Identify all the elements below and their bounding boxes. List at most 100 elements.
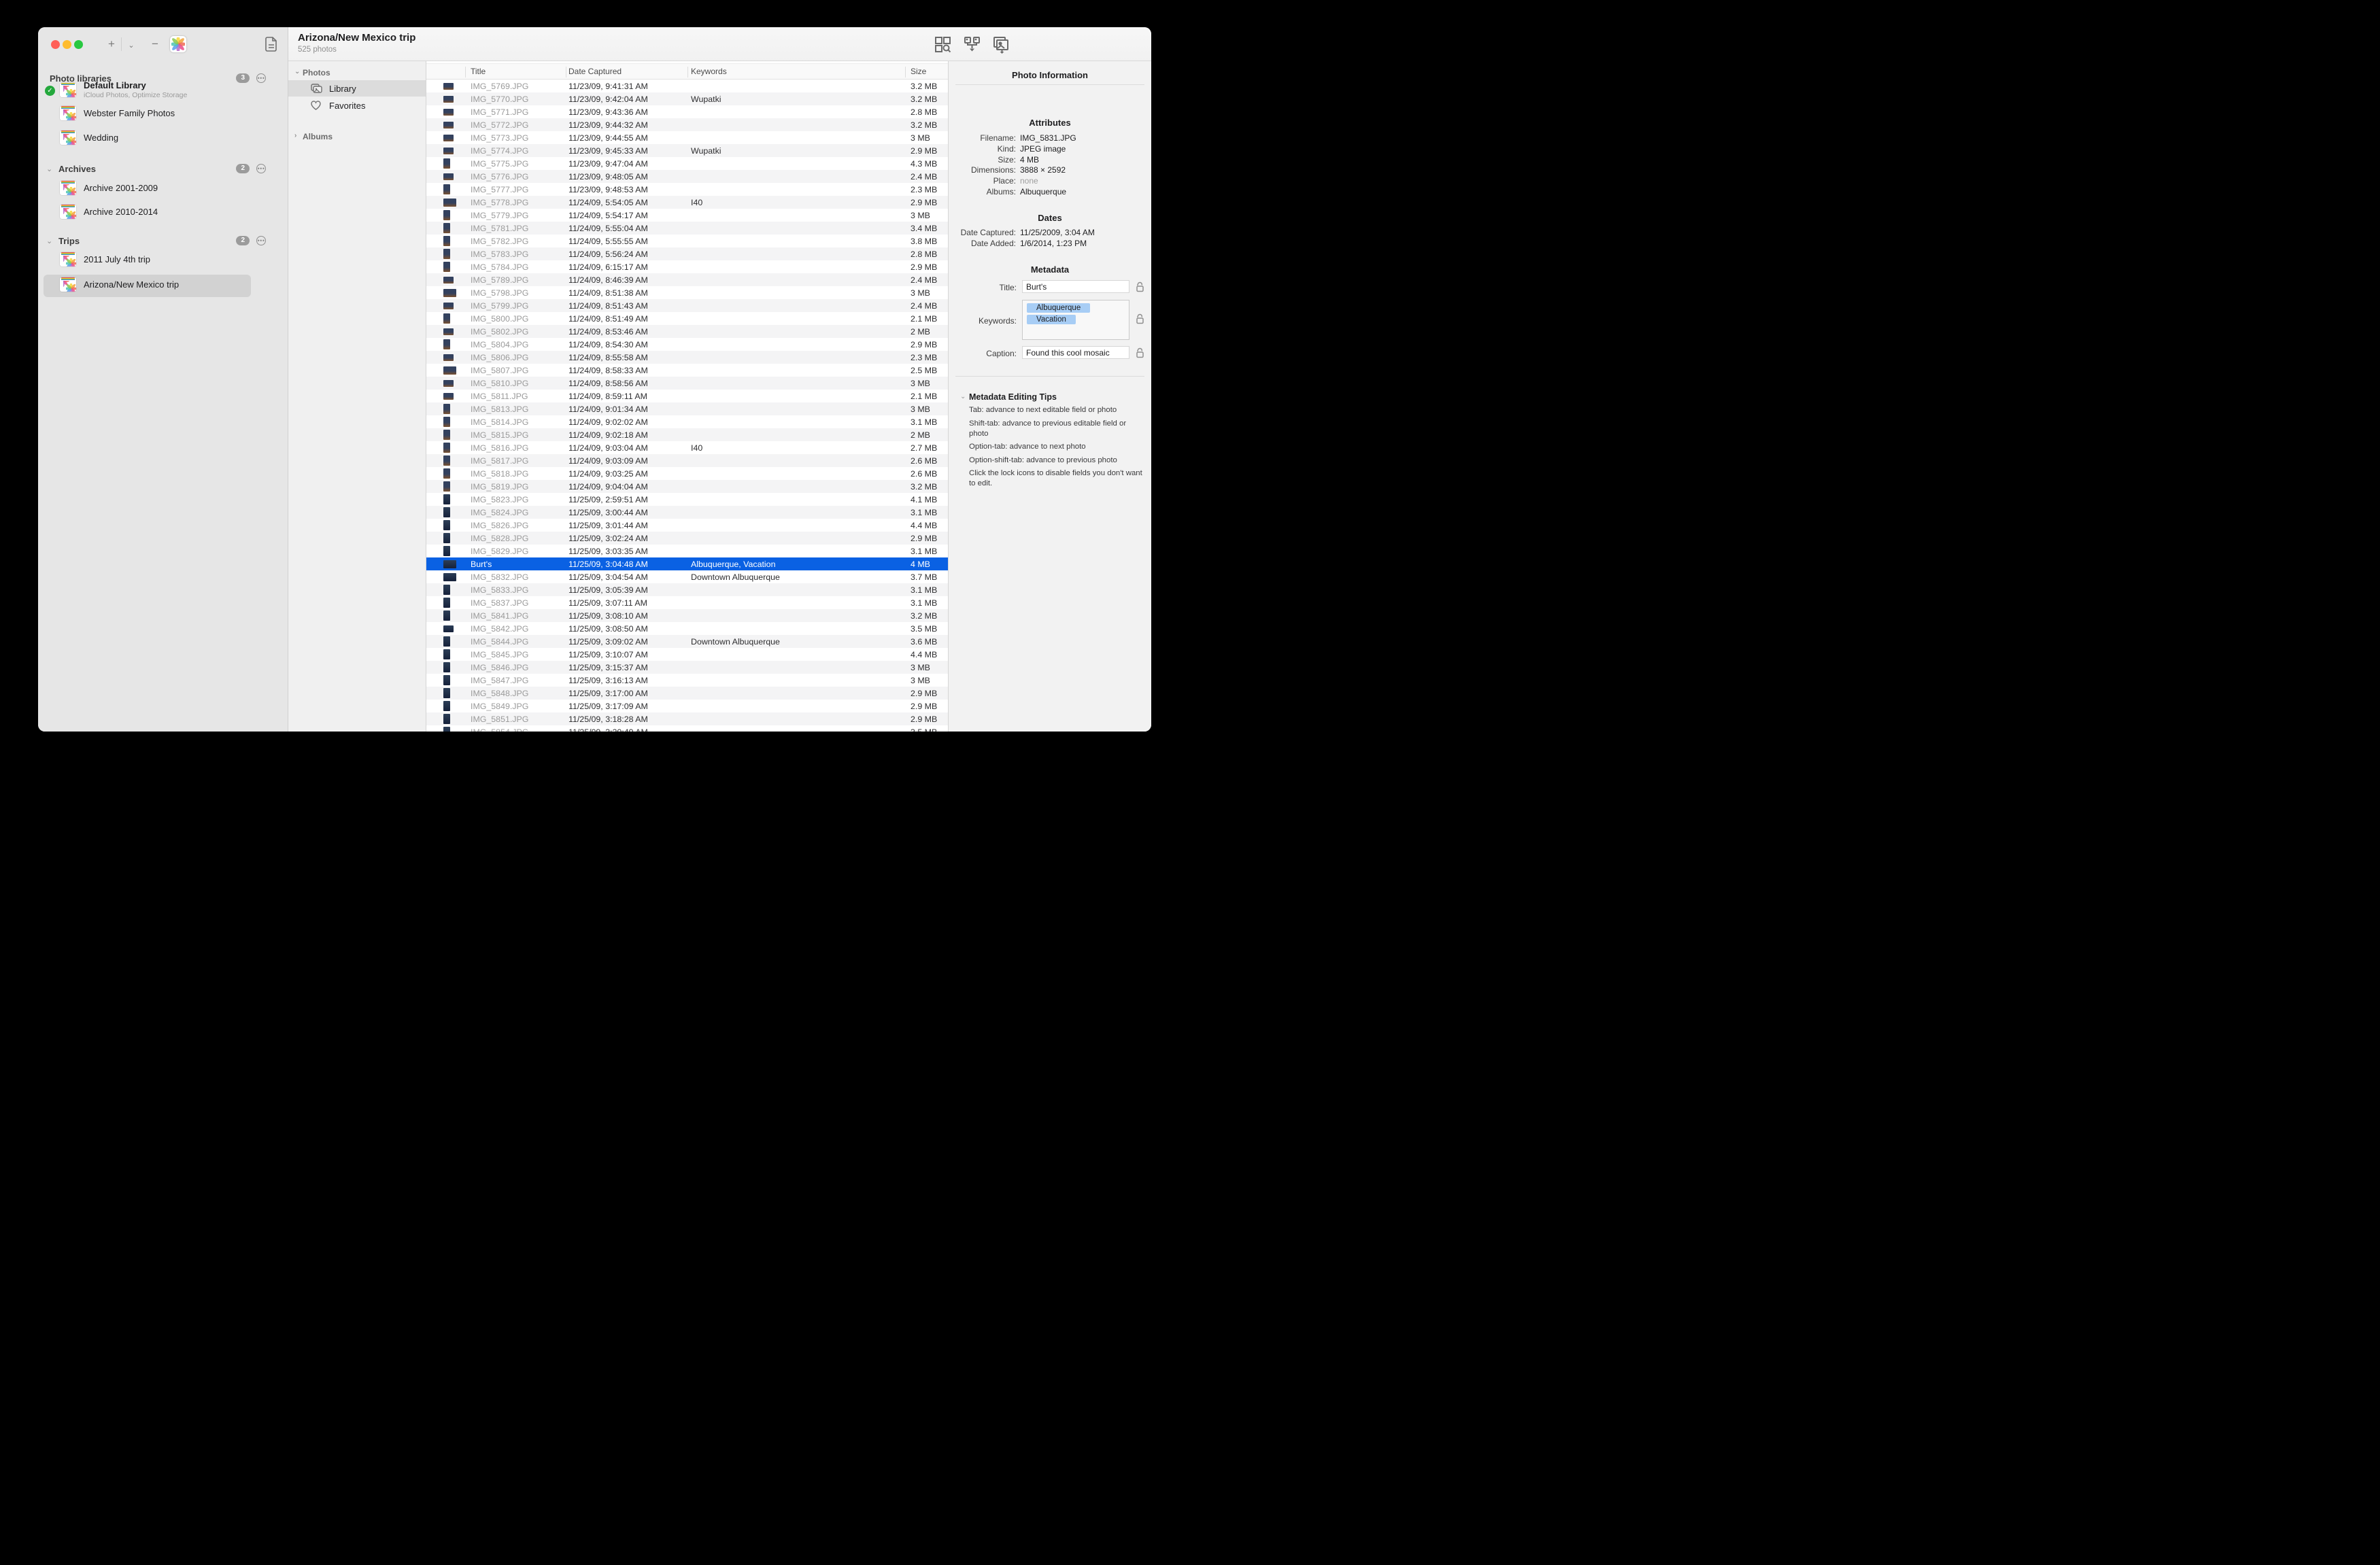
table-row[interactable]: IMG_5778.JPG 11/24/09, 5:54:05 AM I40 2.… [426, 196, 948, 209]
cell-date-captured: 11/24/09, 8:55:58 AM [568, 353, 691, 362]
unlock-icon[interactable] [1136, 313, 1144, 324]
table-row[interactable]: IMG_5769.JPG 11/23/09, 9:41:31 AM 3.2 MB [426, 80, 948, 92]
remove-library-button[interactable]: − [148, 37, 163, 52]
table-row[interactable]: IMG_5818.JPG 11/24/09, 9:03:25 AM 2.6 MB [426, 467, 948, 480]
chevron-down-icon[interactable]: ⌄ [124, 38, 139, 53]
table-row[interactable]: IMG_5800.JPG 11/24/09, 8:51:49 AM 2.1 MB [426, 312, 948, 325]
window-minimize-button[interactable] [63, 40, 71, 49]
keywords-box[interactable]: Albuquerque Vacation [1022, 300, 1129, 340]
window-close-button[interactable] [51, 40, 60, 49]
table-row[interactable]: IMG_5844.JPG 11/25/09, 3:09:02 AM Downto… [426, 635, 948, 648]
table-header[interactable]: Title Date Captured Keywords Size [426, 63, 948, 80]
table-row[interactable]: IMG_5773.JPG 11/23/09, 9:44:55 AM 3 MB [426, 131, 948, 144]
cell-title: IMG_5776.JPG [471, 172, 568, 182]
source-item-library[interactable]: Library [288, 80, 426, 97]
table-row[interactable]: IMG_5817.JPG 11/24/09, 9:03:09 AM 2.6 MB [426, 454, 948, 467]
more-options-icon[interactable]: ••• [256, 164, 266, 173]
cell-size: 2.4 MB [911, 301, 948, 311]
table-row[interactable]: IMG_5813.JPG 11/24/09, 9:01:34 AM 3 MB [426, 402, 948, 415]
table-row[interactable]: IMG_5828.JPG 11/25/09, 3:02:24 AM 2.9 MB [426, 532, 948, 545]
table-row[interactable]: IMG_5783.JPG 11/24/09, 5:56:24 AM 2.8 MB [426, 247, 948, 260]
table-row[interactable]: IMG_5799.JPG 11/24/09, 8:51:43 AM 2.4 MB [426, 299, 948, 312]
keyword-tag[interactable]: Albuquerque [1027, 303, 1090, 313]
keywords-field-label: Keywords: [951, 316, 1017, 326]
more-options-icon[interactable]: ••• [256, 236, 266, 245]
table-row[interactable]: IMG_5806.JPG 11/24/09, 8:55:58 AM 2.3 MB [426, 351, 948, 364]
cell-date-captured: 11/24/09, 8:59:11 AM [568, 392, 691, 401]
table-row[interactable]: IMG_5774.JPG 11/23/09, 9:45:33 AM Wupatk… [426, 144, 948, 157]
table-row[interactable]: IMG_5798.JPG 11/24/09, 8:51:38 AM 3 MB [426, 286, 948, 299]
table-row[interactable]: IMG_5777.JPG 11/23/09, 9:48:53 AM 2.3 MB [426, 183, 948, 196]
title-field-label: Title: [951, 283, 1017, 292]
info-label: Size: [998, 155, 1016, 165]
table-row[interactable]: IMG_5833.JPG 11/25/09, 3:05:39 AM 3.1 MB [426, 583, 948, 596]
cell-date-captured: 11/24/09, 9:04:04 AM [568, 482, 691, 492]
cell-date-captured: 11/25/09, 3:08:10 AM [568, 611, 691, 621]
table-row-selected[interactable]: Burt's 11/25/09, 3:04:48 AM Albuquerque,… [426, 557, 948, 570]
table-row[interactable]: IMG_5837.JPG 11/25/09, 3:07:11 AM 3.1 MB [426, 596, 948, 609]
table-row[interactable]: IMG_5845.JPG 11/25/09, 3:10:07 AM 4.4 MB [426, 648, 948, 661]
table-row[interactable]: IMG_5781.JPG 11/24/09, 5:55:04 AM 3.4 MB [426, 222, 948, 235]
cell-size: 2.9 MB [911, 534, 948, 543]
source-item-favorites[interactable]: Favorites [288, 97, 426, 114]
cell-date-captured: 11/24/09, 8:51:43 AM [568, 301, 691, 311]
table-row[interactable]: IMG_5854.JPG 11/25/09, 3:20:49 AM 3.5 MB [426, 725, 948, 732]
table-row[interactable]: IMG_5770.JPG 11/23/09, 9:42:04 AM Wupatk… [426, 92, 948, 105]
table-row[interactable]: IMG_5849.JPG 11/25/09, 3:17:09 AM 2.9 MB [426, 700, 948, 712]
table-row[interactable]: IMG_5810.JPG 11/24/09, 8:58:56 AM 3 MB [426, 377, 948, 390]
find-duplicates-icon[interactable] [934, 36, 951, 53]
table-row[interactable]: IMG_5775.JPG 11/23/09, 9:47:04 AM 4.3 MB [426, 157, 948, 170]
table-row[interactable]: IMG_5829.JPG 11/25/09, 3:03:35 AM 3.1 MB [426, 545, 948, 557]
table-row[interactable]: IMG_5815.JPG 11/24/09, 9:02:18 AM 2 MB [426, 428, 948, 441]
window-zoom-button[interactable] [74, 40, 83, 49]
chevron-down-icon[interactable]: ⌄ [960, 393, 966, 400]
table-row[interactable]: IMG_5841.JPG 11/25/09, 3:08:10 AM 3.2 MB [426, 609, 948, 622]
table-row[interactable]: IMG_5824.JPG 11/25/09, 3:00:44 AM 3.1 MB [426, 506, 948, 519]
table-row[interactable]: IMG_5846.JPG 11/25/09, 3:15:37 AM 3 MB [426, 661, 948, 674]
cell-size: 3.2 MB [911, 82, 948, 91]
table-row[interactable]: IMG_5771.JPG 11/23/09, 9:43:36 AM 2.8 MB [426, 105, 948, 118]
cell-title: IMG_5778.JPG [471, 198, 568, 207]
cell-title: IMG_5800.JPG [471, 314, 568, 324]
table-row[interactable]: IMG_5811.JPG 11/24/09, 8:59:11 AM 2.1 MB [426, 390, 948, 402]
cell-size: 4 MB [911, 560, 948, 569]
merge-photos-icon[interactable] [964, 36, 981, 54]
table-row[interactable]: IMG_5826.JPG 11/25/09, 3:01:44 AM 4.4 MB [426, 519, 948, 532]
more-options-icon[interactable]: ••• [256, 73, 266, 83]
table-row[interactable]: IMG_5851.JPG 11/25/09, 3:18:28 AM 2.9 MB [426, 712, 948, 725]
cell-title: IMG_5837.JPG [471, 598, 568, 608]
table-row[interactable]: IMG_5847.JPG 11/25/09, 3:16:13 AM 3 MB [426, 674, 948, 687]
cell-date-captured: 11/25/09, 3:16:13 AM [568, 676, 691, 685]
info-value: JPEG image [1020, 144, 1066, 154]
cell-title: IMG_5799.JPG [471, 301, 568, 311]
table-row[interactable]: IMG_5832.JPG 11/25/09, 3:04:54 AM Downto… [426, 570, 948, 583]
table-row[interactable]: IMG_5804.JPG 11/24/09, 8:54:30 AM 2.9 MB [426, 338, 948, 351]
photo-thumbnail [443, 109, 454, 116]
table-row[interactable]: IMG_5779.JPG 11/24/09, 5:54:17 AM 3 MB [426, 209, 948, 222]
add-library-button[interactable]: + [104, 37, 119, 52]
caption-input[interactable] [1022, 346, 1129, 359]
keyword-tag[interactable]: Vacation [1027, 315, 1076, 324]
table-row[interactable]: IMG_5782.JPG 11/24/09, 5:55:55 AM 3.8 MB [426, 235, 948, 247]
unlock-icon[interactable] [1136, 347, 1144, 358]
table-row[interactable]: IMG_5848.JPG 11/25/09, 3:17:00 AM 2.9 MB [426, 687, 948, 700]
table-row[interactable]: IMG_5784.JPG 11/24/09, 6:15:17 AM 2.9 MB [426, 260, 948, 273]
photo-thumbnail [443, 598, 450, 608]
table-row[interactable]: IMG_5823.JPG 11/25/09, 2:59:51 AM 4.1 MB [426, 493, 948, 506]
table-row[interactable]: IMG_5816.JPG 11/24/09, 9:03:04 AM I40 2.… [426, 441, 948, 454]
sidebar-section-header[interactable]: ⌄Archives2••• [38, 164, 288, 176]
table-row[interactable]: IMG_5842.JPG 11/25/09, 3:08:50 AM 3.5 MB [426, 622, 948, 635]
table-row[interactable]: IMG_5772.JPG 11/23/09, 9:44:32 AM 3.2 MB [426, 118, 948, 131]
table-row[interactable]: IMG_5807.JPG 11/24/09, 8:58:33 AM 2.5 MB [426, 364, 948, 377]
table-row[interactable]: IMG_5814.JPG 11/24/09, 9:02:02 AM 3.1 MB [426, 415, 948, 428]
unlock-icon[interactable] [1136, 281, 1144, 292]
photo-thumbnail [443, 727, 450, 732]
title-input[interactable] [1022, 280, 1129, 293]
export-photos-icon[interactable] [993, 36, 1011, 54]
table-row[interactable]: IMG_5789.JPG 11/24/09, 8:46:39 AM 2.4 MB [426, 273, 948, 286]
document-icon[interactable] [265, 37, 277, 52]
sidebar-section-header[interactable]: ⌄Trips2••• [38, 236, 288, 248]
table-row[interactable]: IMG_5819.JPG 11/24/09, 9:04:04 AM 3.2 MB [426, 480, 948, 493]
table-row[interactable]: IMG_5802.JPG 11/24/09, 8:53:46 AM 2 MB [426, 325, 948, 338]
table-row[interactable]: IMG_5776.JPG 11/23/09, 9:48:05 AM 2.4 MB [426, 170, 948, 183]
